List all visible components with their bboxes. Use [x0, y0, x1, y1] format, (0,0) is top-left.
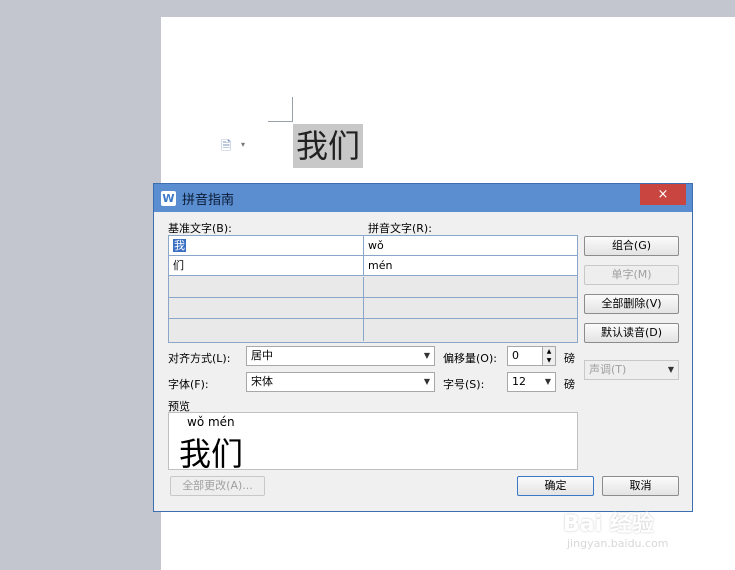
margin-corner-mark [268, 121, 293, 122]
align-value: 居中 [251, 349, 273, 362]
offset-value: 0 [512, 349, 519, 362]
ruby-cell-4[interactable] [364, 298, 577, 319]
font-dropdown[interactable]: 宋体 ▼ [246, 372, 435, 392]
spin-down-icon[interactable]: ▼ [542, 356, 555, 365]
size-value: 12 [512, 375, 526, 388]
font-value: 宋体 [251, 375, 273, 388]
margin-corner-mark-vertical [292, 97, 293, 122]
baidu-watermark: Bai 经验 [563, 512, 654, 537]
offset-label: 偏移量(O): [443, 352, 497, 365]
baidu-watermark-url: jingyan.baidu.com [567, 537, 669, 550]
chevron-down-icon: ▼ [544, 377, 551, 386]
size-label: 字号(S): [443, 378, 485, 391]
size-unit: 磅 [564, 378, 575, 391]
default-reading-button[interactable]: 默认读音(D) [584, 323, 679, 343]
ruby-cell-5[interactable] [364, 319, 577, 341]
ok-button[interactable]: 确定 [517, 476, 594, 496]
cancel-button[interactable]: 取消 [602, 476, 679, 496]
clipboard-icon[interactable]: 🗎 ▾ [221, 137, 245, 154]
offset-unit: 磅 [564, 352, 575, 365]
ruby-cell-1[interactable]: wǒ [364, 236, 577, 256]
align-dropdown[interactable]: 居中 ▼ [246, 346, 435, 366]
wps-logo-icon: W [161, 191, 176, 206]
align-label: 对齐方式(L): [168, 352, 231, 365]
dialog-titlebar[interactable]: W 拼音指南 × [154, 184, 692, 212]
ruby-cell-3[interactable] [364, 277, 577, 298]
offset-spinner[interactable]: 0 ▲ ▼ [507, 346, 556, 366]
preview-pinyin: wǒ mén [187, 415, 235, 429]
preview-text: 我们 [179, 435, 244, 473]
change-all-button[interactable]: 全部更改(A)... [170, 476, 265, 496]
phonetic-guide-dialog: W 拼音指南 × 基准文字(B): 拼音文字(R): 我 wǒ 们 mén 组合… [153, 183, 693, 512]
selected-document-text[interactable]: 我们 [293, 124, 363, 168]
group-button[interactable]: 组合(G) [584, 236, 679, 256]
clear-all-button[interactable]: 全部删除(V) [584, 294, 679, 314]
close-button[interactable]: × [640, 184, 686, 205]
chevron-down-icon: ▼ [667, 365, 674, 374]
size-dropdown[interactable]: 12 ▼ [507, 372, 556, 392]
base-cell-1[interactable]: 我 [169, 236, 364, 256]
ruby-text-label: 拼音文字(R): [368, 222, 432, 235]
chevron-down-icon: ▼ [423, 377, 430, 386]
single-char-button[interactable]: 单字(M) [584, 265, 679, 285]
base-text-label: 基准文字(B): [168, 222, 232, 235]
tone-dropdown[interactable]: 声调(T) ▼ [584, 360, 679, 380]
chevron-down-icon[interactable]: ▾ [241, 140, 245, 149]
chevron-down-icon: ▼ [423, 351, 430, 360]
base-cell-1-text: 我 [173, 239, 186, 252]
ruby-cell-2[interactable]: mén [364, 256, 577, 276]
dialog-title: 拼音指南 [182, 193, 235, 208]
base-cell-2[interactable]: 们 [169, 256, 364, 276]
base-cell-4[interactable] [169, 298, 364, 319]
tone-dropdown-label: 声调(T) [589, 363, 627, 376]
phonetic-grid: 我 wǒ 们 mén [168, 235, 578, 343]
preview-box: wǒ mén 我们 [168, 412, 578, 473]
font-label: 字体(F): [168, 378, 209, 391]
base-cell-5[interactable] [169, 319, 364, 341]
base-cell-3[interactable] [169, 277, 364, 298]
